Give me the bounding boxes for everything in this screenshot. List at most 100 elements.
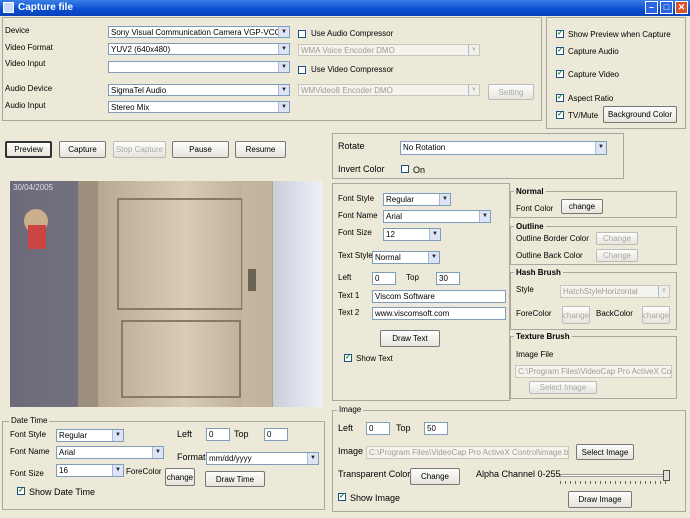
preview-button[interactable]: Preview	[5, 141, 52, 158]
dt-font-size-label: Font Size	[10, 469, 44, 478]
capture-audio-checkbox[interactable]: ✓	[556, 47, 564, 55]
img-select-image-button[interactable]: Select Image	[576, 444, 634, 460]
pause-button[interactable]: Pause	[172, 141, 229, 158]
chevron-down-icon: ▼	[278, 85, 289, 95]
device-select[interactable]: Sony Visual Communication Camera VGP-VCC…	[108, 26, 290, 38]
text2-input[interactable]: www.viscomsoft.com	[372, 307, 506, 320]
outline-title: Outline	[514, 222, 546, 231]
font-size-label: Font Size	[338, 228, 372, 237]
audio-device-label: Audio Device	[5, 84, 53, 93]
tv-mute-checkbox[interactable]: ✓	[556, 111, 564, 119]
datetime-title: Date Time	[9, 416, 50, 425]
alpha-slider-thumb[interactable]	[663, 470, 670, 481]
audio-input-select[interactable]: Stereo Mix ▼	[108, 101, 290, 113]
img-image-input[interactable]: C:\Program Files\VideoCap Pro ActiveX Co…	[366, 446, 569, 459]
show-date-time-label: Show Date Time	[29, 487, 96, 497]
dt-fore-change-button[interactable]: change	[165, 468, 195, 486]
audio-compressor-select[interactable]: WMA Voice Encoder DMO ▼	[298, 44, 480, 56]
chevron-down-icon: ▼	[112, 430, 123, 441]
chevron-down-icon: ▼	[429, 229, 440, 240]
alpha-channel-label: Alpha Channel 0-255	[476, 469, 561, 479]
text2-label: Text 2	[338, 308, 360, 317]
img-image-label: Image	[338, 446, 364, 456]
text1-label: Text 1	[338, 291, 360, 300]
text-style-select[interactable]: Normal ▼	[372, 251, 440, 264]
video-format-select[interactable]: YUV2 (640x480) ▼	[108, 43, 290, 55]
dt-font-size-select[interactable]: 16 ▼	[56, 464, 124, 477]
video-input-label: Video Input	[5, 59, 46, 68]
invert-color-label: Invert Color	[338, 164, 385, 174]
dt-left-label: Left	[177, 429, 193, 439]
chevron-down-icon: ▼	[152, 447, 163, 458]
show-date-time-checkbox[interactable]: ✓	[17, 487, 25, 495]
font-size-select[interactable]: 12 ▼	[383, 228, 441, 241]
aspect-ratio-label: Aspect Ratio	[568, 94, 614, 103]
outline-back-change-button[interactable]: Change	[596, 249, 638, 262]
close-icon[interactable]: ✕	[675, 1, 688, 14]
dt-font-name-select[interactable]: Arial ▼	[56, 446, 164, 459]
show-preview-checkbox[interactable]: ✓	[556, 30, 564, 38]
video-preview: 30/04/2005	[10, 181, 322, 407]
capture-audio-label: Capture Audio	[568, 47, 619, 56]
capture-button[interactable]: Capture	[59, 141, 106, 158]
draw-image-button[interactable]: Draw Image	[568, 491, 632, 508]
show-image-checkbox[interactable]: ✓	[338, 493, 346, 501]
text-top-input[interactable]: 30	[436, 272, 460, 285]
hash-back-change-button[interactable]: change	[642, 306, 670, 324]
setting-button[interactable]: Setting	[488, 84, 534, 100]
hash-style-select[interactable]: HatchStyleHorizontal ▼	[560, 285, 670, 298]
dt-format-label: Format	[177, 452, 206, 462]
stop-capture-button[interactable]: Stop Capture	[113, 141, 166, 158]
img-left-input[interactable]: 0	[366, 422, 390, 435]
use-audio-compressor-checkbox[interactable]	[298, 30, 306, 38]
video-format-label: Video Format	[5, 43, 53, 52]
chevron-down-icon: ▼	[468, 45, 479, 55]
chevron-down-icon: ▼	[307, 453, 318, 464]
hash-style-label: Style	[516, 285, 534, 294]
invert-color-checkbox[interactable]	[401, 165, 409, 173]
text-left-label: Left	[338, 273, 352, 282]
resume-button[interactable]: Resume	[235, 141, 286, 158]
minimize-icon[interactable]: –	[645, 1, 658, 14]
chevron-down-icon: ▼	[278, 102, 289, 112]
font-color-change-button[interactable]: change	[561, 199, 603, 214]
texture-image-file-input[interactable]: C:\Program Files\VideoCap Pro ActiveX Co…	[515, 365, 672, 378]
use-video-compressor-label: Use Video Compressor	[311, 65, 394, 74]
dt-font-style-select[interactable]: Regular ▼	[56, 429, 124, 442]
audio-device-select[interactable]: SigmaTel Audio ▼	[108, 84, 290, 96]
video-input-select[interactable]: ▼	[108, 61, 290, 73]
app-icon	[3, 2, 14, 13]
transparent-color-label: Transparent Color	[338, 469, 411, 479]
dt-top-label: Top	[234, 429, 249, 439]
alpha-slider-track[interactable]	[560, 474, 668, 477]
text-left-input[interactable]: 0	[372, 272, 396, 285]
font-style-select[interactable]: Regular ▼	[383, 193, 451, 206]
dt-top-input[interactable]: 0	[264, 428, 288, 441]
rotate-select[interactable]: No Rotation ▼	[400, 141, 607, 155]
show-text-label: Show Text	[356, 354, 393, 363]
chevron-down-icon: ▼	[468, 85, 479, 95]
img-top-input[interactable]: 50	[424, 422, 448, 435]
texture-select-image-button[interactable]: Select Image	[529, 381, 597, 394]
dt-format-select[interactable]: mm/dd/yyyy ▼	[206, 452, 319, 465]
hash-fore-change-button[interactable]: change	[562, 306, 590, 324]
draw-time-button[interactable]: Draw Time	[205, 471, 265, 487]
chevron-down-icon: ▼	[278, 44, 289, 54]
background-color-button[interactable]: Background Color	[603, 106, 677, 123]
capture-video-checkbox[interactable]: ✓	[556, 70, 564, 78]
chevron-down-icon: ▼	[658, 286, 669, 297]
chevron-down-icon: ▼	[439, 194, 450, 205]
show-text-checkbox[interactable]: ✓	[344, 354, 352, 362]
use-video-compressor-checkbox[interactable]	[298, 66, 306, 74]
draw-text-button[interactable]: Draw Text	[380, 330, 440, 347]
maximize-icon[interactable]: □	[660, 1, 673, 14]
invert-on-label: On	[413, 165, 426, 175]
aspect-ratio-checkbox[interactable]: ✓	[556, 94, 564, 102]
video-compressor-select[interactable]: WMVideo8 Encoder DMO ▼	[298, 84, 480, 96]
image-title: Image	[337, 405, 364, 414]
transparent-color-change-button[interactable]: Change	[410, 468, 460, 485]
dt-left-input[interactable]: 0	[206, 428, 230, 441]
font-name-select[interactable]: Arial ▼	[383, 210, 491, 223]
outline-border-change-button[interactable]: Change	[596, 232, 638, 245]
text1-input[interactable]: Viscom Software	[372, 290, 506, 303]
